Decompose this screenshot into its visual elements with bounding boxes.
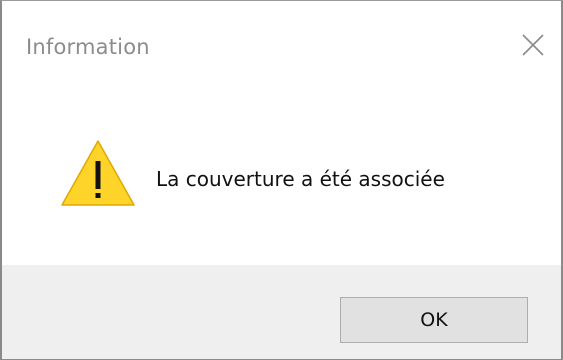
title-bar: Information bbox=[2, 1, 561, 93]
warning-icon bbox=[61, 140, 135, 206]
close-button[interactable] bbox=[513, 25, 553, 65]
close-icon bbox=[522, 34, 544, 56]
ok-button[interactable]: OK bbox=[340, 297, 528, 343]
information-dialog: Information La couverture a été associée… bbox=[0, 0, 563, 360]
dialog-title: Information bbox=[26, 35, 150, 59]
dialog-message: La couverture a été associée bbox=[156, 167, 445, 191]
dialog-footer: OK bbox=[2, 265, 561, 359]
dialog-content: La couverture a été associée bbox=[2, 93, 561, 265]
